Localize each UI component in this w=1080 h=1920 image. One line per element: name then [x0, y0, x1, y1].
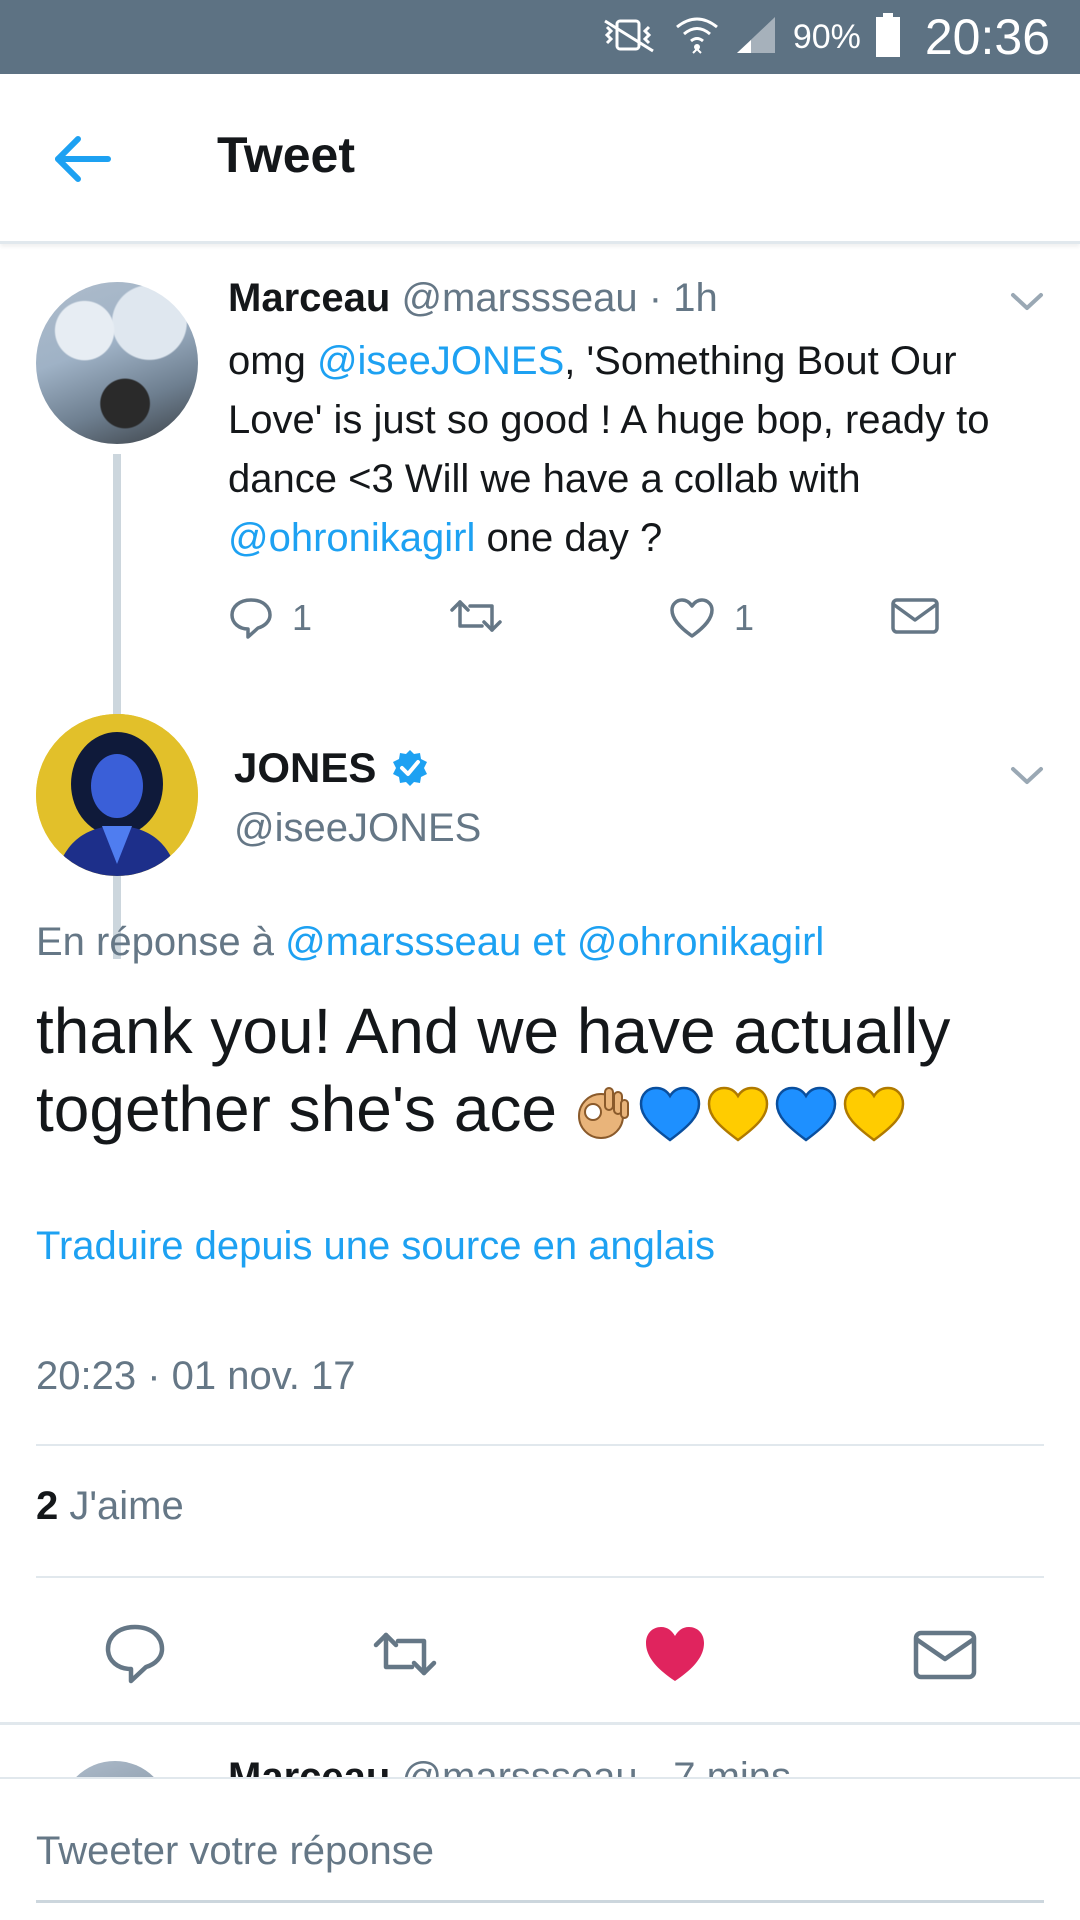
top-app-bar: Tweet [0, 74, 1080, 244]
status-bar-indicators: 90% 20:36 [599, 0, 1050, 74]
back-button[interactable] [52, 132, 116, 186]
tweet-time: · 7 mins [637, 1755, 792, 1777]
mention-link[interactable]: @marssseau [285, 920, 521, 964]
chevron-down-icon[interactable] [1010, 766, 1044, 786]
speech-bubble-icon [105, 1624, 165, 1684]
time-separator: · [637, 276, 674, 320]
blue-heart-emoji-icon [775, 1086, 837, 1142]
translate-link[interactable]: Traduire depuis une source en anglais [36, 1224, 715, 1269]
tweet-header: Marceau @marssseau · 7 mins [228, 1755, 791, 1777]
handle-text: @marssseau [401, 1755, 638, 1777]
reply-and: et [521, 920, 577, 964]
mention-link[interactable]: @iseeJONES [317, 339, 564, 383]
text-segment: one day ? [475, 516, 663, 560]
next-tweet-preview[interactable]: Marceau @marssseau · 7 mins [0, 1725, 1080, 1777]
mention-link[interactable]: @ohronikagirl [577, 920, 824, 964]
arrow-left-icon [55, 136, 111, 182]
like-button[interactable]: 1 [668, 596, 754, 640]
likes-label: J'aime [58, 1484, 184, 1528]
user-handle: @marssseau · 1h [401, 276, 717, 320]
parent-tweet[interactable]: Marceau @marssseau · 1h omg @iseeJONES, … [0, 244, 1080, 959]
mention-link[interactable]: @ohronikagirl [228, 516, 475, 560]
tweet-text: thank you! And we have actually together… [36, 992, 1046, 1148]
envelope-icon [913, 1630, 977, 1680]
status-time: 20:36 [924, 9, 1050, 65]
retweet-button[interactable] [370, 1619, 440, 1689]
avatar[interactable] [36, 282, 198, 444]
user-name-text: JONES [234, 744, 377, 791]
text-segment: omg [228, 339, 317, 383]
tweet-actions: 1 1 [228, 596, 988, 656]
speech-bubble-icon [230, 598, 272, 639]
divider [36, 1444, 1044, 1446]
tweet-header: Marceau @marssseau · 1h [228, 276, 718, 321]
user-name[interactable]: Marceau [228, 276, 390, 320]
thread-connector [113, 454, 121, 959]
yellow-heart-emoji-icon [707, 1086, 769, 1142]
heart-icon [646, 1627, 704, 1681]
retweet-icon [450, 600, 502, 632]
likes-summary[interactable]: 2 J'aime [36, 1484, 184, 1529]
input-underline [36, 1900, 1044, 1903]
blue-heart-emoji-icon [639, 1086, 701, 1142]
reply-composer[interactable]: Tweeter votre réponse [0, 1777, 1080, 1920]
page-title: Tweet [217, 127, 355, 183]
retweet-icon [373, 1632, 437, 1676]
tweet-actions [0, 1619, 1080, 1699]
yellow-heart-emoji-icon [843, 1086, 905, 1142]
reply-count: 1 [292, 597, 313, 638]
status-bar: 90% 20:36 [0, 0, 1080, 74]
heart-icon [670, 598, 714, 638]
tweet-timestamp: 20:23 · 01 nov. 17 [36, 1354, 356, 1398]
reply-prefix: En réponse à [36, 920, 286, 964]
divider [36, 1576, 1044, 1578]
verified-badge-icon [393, 750, 428, 786]
retweet-button[interactable] [448, 596, 504, 636]
ok-hand-emoji-icon [578, 1087, 629, 1140]
avatar-image [36, 714, 198, 876]
like-button[interactable] [640, 1619, 710, 1689]
avatar[interactable] [60, 1761, 170, 1777]
tweet-time: 1h [673, 276, 718, 320]
wifi-icon [673, 13, 721, 62]
battery-icon [875, 12, 901, 62]
user-handle: @marssseau · 7 mins [401, 1755, 791, 1777]
battery-percent: 90% [792, 17, 861, 56]
vibrate-mute-icon [599, 15, 659, 60]
emoji-group [571, 1082, 907, 1146]
likes-count: 2 [36, 1484, 59, 1528]
replying-to: En réponse à @marssseau et @ohronikagirl [36, 920, 824, 965]
user-name[interactable]: JONES [234, 744, 430, 792]
tweet-text: omg @iseeJONES, 'Something Bout Our Love… [228, 332, 1048, 568]
reply-input[interactable]: Tweeter votre réponse [36, 1829, 434, 1874]
user-handle: @iseeJONES [234, 806, 482, 850]
reply-button[interactable] [100, 1619, 170, 1689]
direct-message-button[interactable] [910, 1619, 980, 1689]
like-count: 1 [734, 597, 755, 638]
signal-icon [735, 15, 779, 60]
handle-text: @marssseau [401, 276, 638, 320]
avatar[interactable] [36, 714, 198, 876]
direct-message-button[interactable] [890, 596, 940, 636]
chevron-down-icon[interactable] [1010, 292, 1044, 312]
user-name[interactable]: Marceau [228, 1755, 390, 1777]
reply-button[interactable]: 1 [228, 596, 312, 640]
envelope-icon [891, 598, 939, 634]
